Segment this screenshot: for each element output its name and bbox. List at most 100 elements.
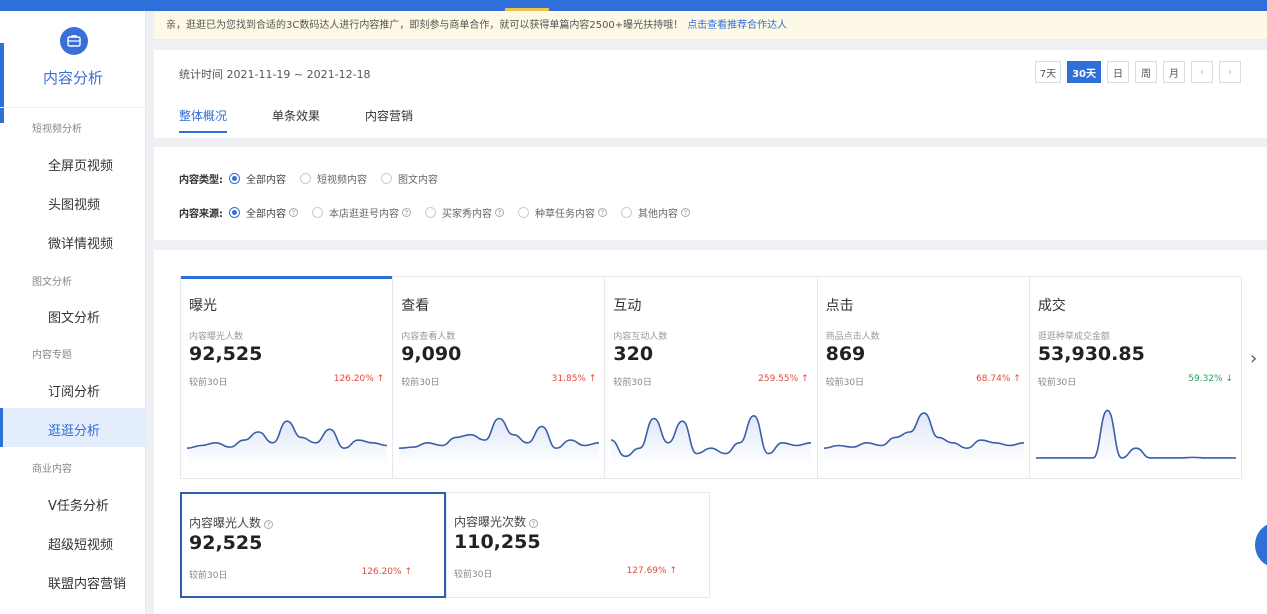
sidebar-divider [0, 107, 146, 108]
source-option-all[interactable]: 全部内容? [229, 205, 298, 220]
radio-icon [300, 173, 311, 184]
sidebar-item-vtask[interactable]: V任务分析 [48, 495, 109, 514]
source-option-other-label: 其他内容 [638, 209, 678, 220]
prev-period-button[interactable]: ‹ [1191, 61, 1213, 83]
radio-icon [312, 207, 323, 218]
sparkline-area [1035, 410, 1236, 465]
sub-metric-change-value: 126.20% [361, 567, 402, 577]
metric-compare-label: 较前30日 [401, 378, 440, 388]
sub-metric-change: 127.69% ↑ [627, 566, 677, 576]
sub-metric-value: 110,255 [454, 531, 541, 553]
metric-compare-label: 较前30日 [825, 378, 865, 388]
sidebar-item-alliance[interactable]: 联盟内容营销 [48, 573, 126, 592]
metric-change: 126.20% ↑ [334, 374, 384, 384]
sub-metric-value: 92,525 [189, 532, 263, 554]
help-icon[interactable]: ? [289, 208, 298, 217]
metric-value: 53,930.85 [1037, 343, 1145, 365]
metric-title: 互动 [613, 298, 642, 314]
source-option-own-label: 本店逛逛号内容 [329, 209, 399, 220]
tab-overview[interactable]: 整体概况 [179, 107, 228, 133]
metric-change: 59.32% ↓ [1188, 374, 1233, 384]
metric-value: 869 [825, 343, 866, 365]
metric-subtitle: 内容查看人数 [401, 332, 456, 342]
radio-icon [621, 207, 632, 218]
metric-compare-label: 较前30日 [189, 378, 228, 388]
type-option-short-video[interactable]: 短视频内容 [300, 171, 367, 186]
sidebar-item-subscribe[interactable]: 订阅分析 [48, 381, 100, 400]
tab-content-marketing[interactable]: 内容营销 [365, 107, 413, 132]
range-week-button[interactable]: 周 [1135, 61, 1157, 83]
sub-metric-title: 内容曝光人数? [189, 514, 274, 531]
range-month-button[interactable]: 月 [1163, 61, 1185, 83]
type-option-image-text-label: 图文内容 [398, 175, 438, 186]
help-icon[interactable]: ? [681, 208, 690, 217]
sparkline-chart [399, 417, 600, 465]
sidebar-item-fullscreen-video[interactable]: 全屏页视频 [48, 155, 113, 174]
sub-metric-compare-label: 较前30日 [189, 571, 228, 581]
next-cards-chevron-icon[interactable]: › [1250, 348, 1257, 369]
radio-icon [381, 173, 392, 184]
metric-value: 92,525 [189, 343, 263, 365]
metric-card-exposure[interactable]: 曝光 内容曝光人数 92,525 较前30日 126.20% ↑ [181, 276, 394, 478]
sparkline-area [611, 415, 812, 465]
metric-compare-label: 较前30日 [613, 378, 652, 388]
sidebar-group-image-text: 图文分析 [32, 277, 72, 288]
sidebar-item-image-text[interactable]: 图文分析 [48, 307, 100, 326]
metric-card-view[interactable]: 查看 内容查看人数 9,090 较前30日 31.85% ↑ [393, 277, 606, 478]
type-option-short-video-label: 短视频内容 [317, 175, 367, 186]
stat-time: 统计时间 2021-11-19 ~ 2021-12-18 [179, 68, 371, 81]
next-period-button[interactable]: › [1219, 61, 1241, 83]
metric-title: 点击 [825, 298, 854, 314]
source-option-all-label: 全部内容 [246, 209, 286, 220]
metric-change: 68.74% ↑ [976, 374, 1021, 384]
help-icon[interactable]: ? [598, 208, 607, 217]
sub-metric-card-exposure-times[interactable]: 内容曝光次数? 110,255 较前30日 127.69% ↑ [446, 492, 710, 598]
tab-single-effect[interactable]: 单条效果 [272, 107, 320, 132]
metric-change-value: 68.74% [976, 374, 1011, 384]
content-type-filter: 内容类型: 全部内容 短视频内容 图文内容 [179, 171, 452, 186]
source-option-buyer-show[interactable]: 买家秀内容? [425, 205, 504, 220]
radio-checked-icon [229, 173, 240, 184]
source-option-buyer-show-label: 买家秀内容 [442, 209, 492, 220]
source-option-other[interactable]: 其他内容? [621, 205, 690, 220]
notice-link[interactable]: 点击查看推荐合作达人 [687, 20, 787, 31]
sparkline-area [399, 418, 600, 465]
sub-metric-change: 126.20% ↑ [362, 567, 412, 577]
sparkline-chart [823, 412, 1024, 465]
sidebar-item-super-video[interactable]: 超级短视频 [48, 534, 113, 553]
sub-metric-card-exposure-users[interactable]: 内容曝光人数? 92,525 较前30日 126.20% ↑ [180, 492, 446, 598]
range-30d-button[interactable]: 30天 [1067, 61, 1101, 83]
metric-value: 9,090 [401, 343, 462, 365]
metric-card-click[interactable]: 点击 商品点击人数 869 较前30日 68.74% ↑ [818, 277, 1030, 478]
range-7d-button[interactable]: 7天 [1034, 61, 1062, 83]
arrow-up-icon: ↑ [588, 374, 597, 384]
sidebar-group-topic: 内容专题 [32, 350, 72, 361]
metric-card-deal[interactable]: 成交 逛逛种草成交金额 53,930.85 较前30日 59.32% ↓ [1030, 277, 1241, 478]
help-icon[interactable]: ? [402, 208, 411, 217]
range-day-button[interactable]: 日 [1107, 61, 1129, 83]
metric-title: 曝光 [189, 298, 217, 314]
sidebar-item-guangguang[interactable]: 逛逛分析 [48, 420, 100, 439]
source-option-own[interactable]: 本店逛逛号内容? [312, 205, 411, 220]
help-icon[interactable]: ? [264, 520, 274, 529]
source-option-seeding-task[interactable]: 种草任务内容? [518, 205, 607, 220]
metric-change-value: 59.32% [1188, 374, 1223, 384]
sub-metric-change-value: 127.69% [626, 566, 667, 576]
metric-subtitle: 内容互动人数 [613, 332, 668, 342]
filter-panel: 内容类型: 全部内容 短视频内容 图文内容 内容来源: 全部内容? 本店逛逛号内… [154, 147, 1267, 240]
sparkline-chart [611, 414, 812, 465]
help-icon[interactable]: ? [495, 208, 504, 217]
help-icon[interactable]: ? [529, 519, 539, 528]
metric-card-interaction[interactable]: 互动 内容互动人数 320 较前30日 259.55% ↑ [605, 277, 818, 478]
notice-text: 亲，逛逛已为您找到合适的3C数码达人进行内容推广，即刻参与商单合作，就可以获得单… [166, 20, 684, 31]
sidebar-item-detail-video[interactable]: 微详情视频 [48, 233, 113, 252]
type-option-all[interactable]: 全部内容 [229, 171, 286, 186]
arrow-down-icon: ↓ [1225, 374, 1234, 384]
metrics-panel: 曝光 内容曝光人数 92,525 较前30日 126.20% ↑ 查看 内容查看… [154, 250, 1267, 614]
metric-change: 259.55% ↑ [758, 374, 808, 384]
type-option-image-text[interactable]: 图文内容 [381, 171, 438, 186]
sidebar-item-head-video[interactable]: 头图视频 [48, 194, 100, 213]
sidebar-title: 内容分析 [42, 69, 103, 87]
notice-bar: 亲，逛逛已为您找到合适的3C数码达人进行内容推广，即刻参与商单合作，就可以获得单… [154, 11, 1267, 40]
content-source-filter: 内容来源: 全部内容? 本店逛逛号内容? 买家秀内容? 种草任务内容? 其他内容… [179, 205, 704, 220]
